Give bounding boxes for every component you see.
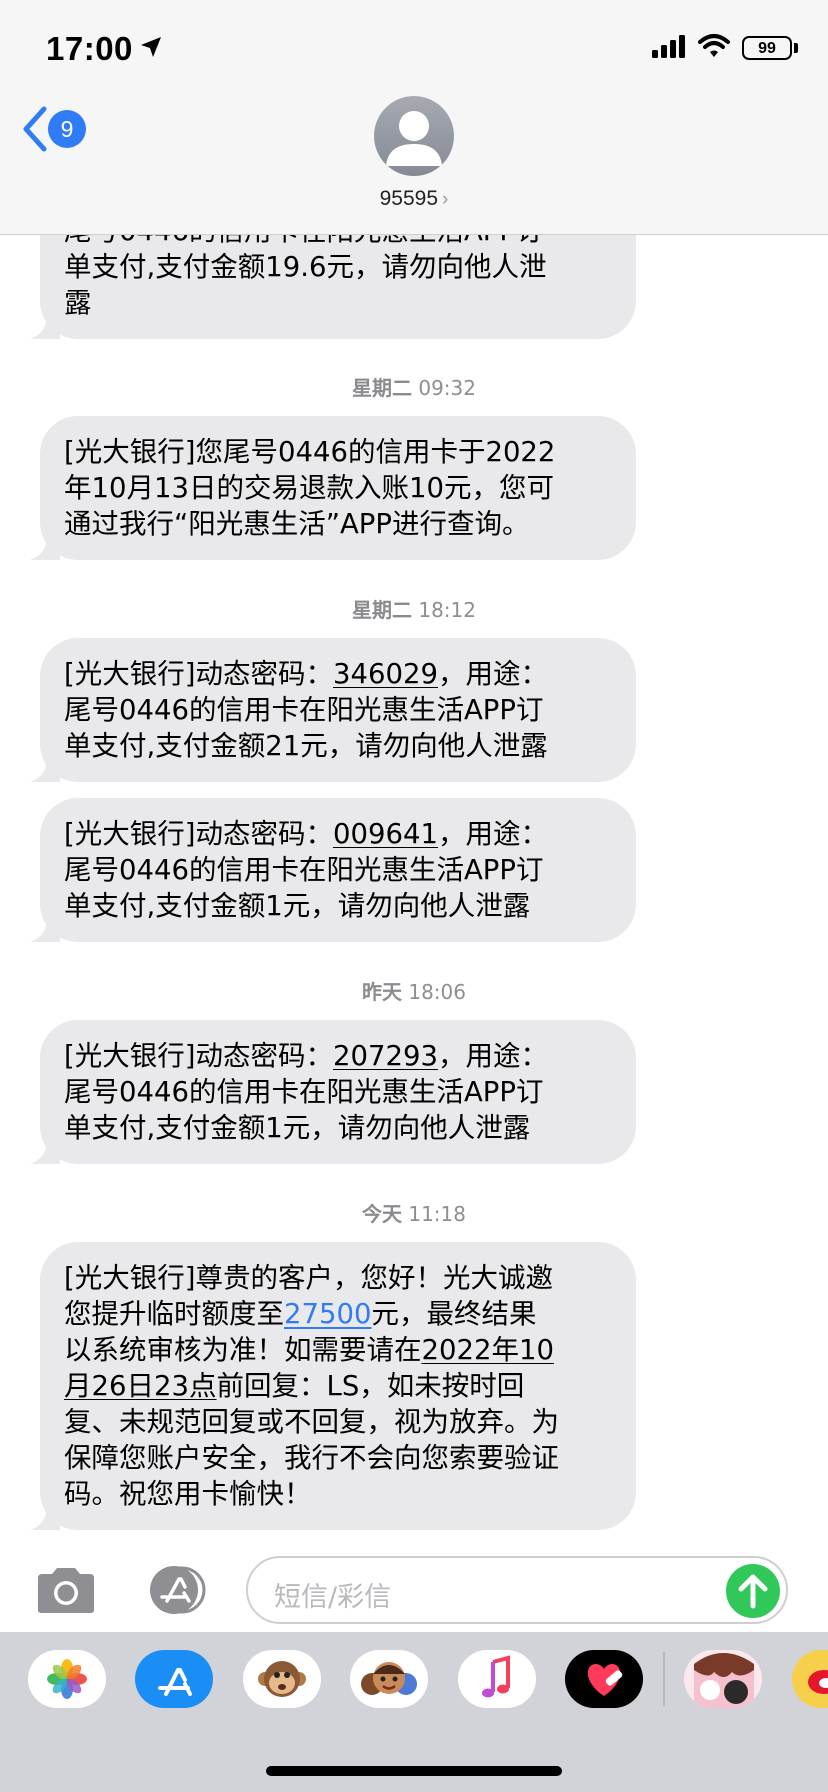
battery-cap — [794, 43, 798, 53]
app-store-button[interactable] — [140, 1565, 210, 1615]
message-bubble[interactable]: [光大银行]动态密码：009641，用途： 尾号0446的信用卡在阳光惠生活AP… — [30, 798, 636, 942]
message-input[interactable]: 短信/彩信 — [246, 1556, 788, 1624]
location-arrow-icon — [141, 37, 161, 57]
timestamp: 星期二 09:32 — [0, 372, 828, 401]
animoji-app-icon[interactable] — [243, 1650, 321, 1708]
message-line: 单支付,支付金额19.6元，请勿向他人泄 — [64, 251, 547, 283]
message-line: 保障您账户安全，我行不会向您索要验证 — [64, 1442, 559, 1474]
timestamp-day: 星期二 — [352, 376, 412, 400]
heart-icon — [587, 1664, 623, 1696]
music-app-icon[interactable] — [458, 1650, 536, 1708]
memoji-icon — [361, 1662, 417, 1695]
digital-touch-app-icon[interactable] — [565, 1650, 643, 1708]
timestamp: 今天 11:18 — [0, 1198, 828, 1227]
timestamp-day: 今天 — [362, 1202, 402, 1226]
message-line: 尾号0446的信用卡在阳光惠生活APP订 — [64, 694, 544, 726]
unread-count-badge: 9 — [48, 110, 86, 148]
conversation-header: 17:00 99 9 95595 › — [0, 0, 828, 235]
battery-icon: 99 — [742, 36, 792, 60]
sticker-icon — [694, 1653, 754, 1708]
message-line: 单支付,支付金额21元，请勿向他人泄露 — [64, 730, 548, 762]
date-link[interactable]: 月26日23点 — [64, 1370, 217, 1402]
message-input-placeholder: 短信/彩信 — [274, 1582, 392, 1613]
weibo-icon — [808, 1670, 828, 1694]
timestamp-day: 昨天 — [362, 980, 402, 1004]
message-line: 月26日23点前回复：LS，如未按时回 — [64, 1370, 525, 1402]
message-bubble[interactable]: [光大银行]动态密码：207293，用途： 尾号0446的信用卡在阳光惠生活AP… — [30, 1020, 636, 1164]
message-line: 您提升临时额度至27500元，最终结果 — [64, 1298, 537, 1330]
timestamp-time: 11:18 — [408, 1202, 466, 1226]
message-line: [光大银行]动态密码：009641，用途： — [64, 818, 548, 850]
verification-code[interactable]: 009641 — [333, 818, 438, 850]
message-line: [光大银行]动态密码：346029，用途： — [64, 658, 548, 690]
message-line: [光大银行]您尾号0446的信用卡于2022 — [64, 436, 556, 468]
message-line: 尾号0446的信用卡在阳光惠生活APP订 — [64, 1076, 544, 1108]
person-icon — [386, 111, 442, 166]
message-line: 尾号0446的信用卡在阳光惠生活APP订 — [64, 854, 544, 886]
arrow-up-icon — [738, 1574, 768, 1609]
home-indicator — [266, 1766, 562, 1776]
contact-name[interactable]: 95595 › — [0, 187, 828, 211]
timestamp-time: 18:06 — [408, 980, 466, 1004]
bubble-tail-icon — [30, 1140, 60, 1164]
avatar[interactable] — [374, 96, 454, 176]
message-line: 单支付,支付金额1元，请勿向他人泄露 — [64, 1112, 531, 1144]
message-line: 码。祝您用卡愉快！ — [64, 1478, 312, 1510]
timestamp-time: 18:12 — [418, 598, 476, 622]
back-button[interactable]: 9 — [22, 104, 94, 154]
bubble-tail-icon — [30, 315, 60, 339]
timestamp-time: 09:32 — [418, 376, 476, 400]
bubble-tail-icon — [30, 918, 60, 942]
amount-link[interactable]: 27500 — [284, 1298, 371, 1330]
message-line: 年10月13日的交易退款入账10元，您可 — [64, 472, 554, 504]
message-line: 通过我行“阳光惠生活”APP进行查询。 — [64, 508, 530, 540]
sticker-app-icon[interactable] — [684, 1650, 762, 1708]
chevron-right-icon: › — [442, 189, 449, 210]
timestamp: 昨天 18:06 — [0, 976, 828, 1005]
bubble-tail-icon — [30, 758, 60, 782]
bubble-tail-icon — [30, 1506, 60, 1530]
message-line: [光大银行]动态密码：207293，用途： — [64, 1040, 548, 1072]
photos-app-icon[interactable] — [28, 1650, 106, 1708]
chevron-left-icon — [23, 106, 47, 152]
verification-code[interactable]: 346029 — [333, 658, 438, 690]
app-store-app-icon[interactable] — [135, 1650, 213, 1708]
bubble-tail-icon — [30, 536, 60, 560]
timestamp-day: 星期二 — [352, 598, 412, 622]
battery-level: 99 — [758, 40, 776, 57]
message-line: 露 — [64, 287, 92, 319]
app-store-a-icon — [158, 1668, 192, 1696]
monkey-icon — [258, 1661, 306, 1697]
date-link[interactable]: 2022年10 — [422, 1334, 554, 1366]
message-bubble[interactable]: [光大银行]动态密码：346029，用途： 尾号0446的信用卡在阳光惠生活AP… — [30, 638, 636, 782]
cellular-signal-icon — [652, 35, 685, 58]
message-line: 以系统审核为准！如需要请在2022年10 — [64, 1334, 554, 1366]
message-line: [光大银行]尊贵的客户，您好！光大诚邀 — [64, 1262, 553, 1294]
message-line: 单支付,支付金额1元，请勿向他人泄露 — [64, 890, 531, 922]
app-store-icon — [150, 1566, 206, 1614]
message-bubble[interactable]: [光大银行]尊贵的客户，您好！光大诚邀 您提升临时额度至27500元，最终结果 … — [30, 1242, 636, 1530]
timestamp: 星期二 18:12 — [0, 594, 828, 623]
message-bubble[interactable]: [光大银行]您尾号0446的信用卡于2022 年10月13日的交易退款入账10元… — [30, 416, 636, 560]
camera-icon[interactable] — [34, 1566, 98, 1614]
message-line: 复、未规范回复或不回复，视为放弃。为 — [64, 1406, 559, 1438]
weibo-app-icon[interactable] — [792, 1650, 828, 1708]
status-time: 17:00 — [46, 30, 133, 67]
drawer-divider — [663, 1652, 665, 1706]
wifi-icon — [698, 34, 730, 57]
music-note-icon — [482, 1655, 510, 1698]
photos-icon — [47, 1659, 87, 1699]
send-button[interactable] — [726, 1564, 780, 1618]
verification-code[interactable]: 207293 — [333, 1040, 438, 1072]
memoji-app-icon[interactable] — [350, 1650, 428, 1708]
